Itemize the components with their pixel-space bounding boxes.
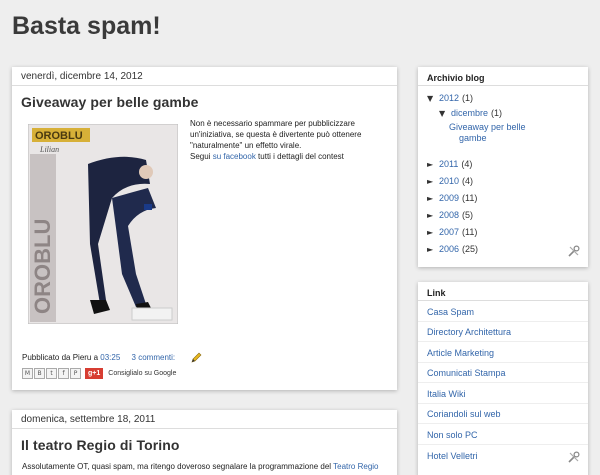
archive-year-2006: ► 2006 (25) — [427, 244, 479, 254]
link-directory-architettura[interactable]: Directory Architettura — [418, 322, 588, 342]
archive-year-2008: ► 2008 (5) — [427, 210, 474, 220]
triangle-right-icon[interactable]: ► — [427, 194, 439, 203]
triangle-right-icon[interactable]: ► — [427, 177, 439, 186]
widget-title: Link — [418, 282, 588, 301]
triangle-right-icon[interactable]: ► — [427, 228, 439, 237]
twitter-share-icon[interactable]: t — [46, 368, 57, 379]
archive-year-2010: ► 2010 (4) — [427, 176, 474, 186]
triangle-right-icon[interactable]: ► — [427, 211, 439, 220]
share-label: Consiglialo su Google — [108, 370, 177, 377]
link-non-solo-pc[interactable]: Non solo PC — [418, 425, 588, 445]
pinterest-share-icon[interactable]: P — [70, 368, 81, 379]
archive-widget: Archivio blog ▼ 2012 (1) ▼ dicembre (1) … — [418, 67, 588, 267]
archive-year-2007: ► 2007 (11) — [427, 227, 478, 237]
link-article-marketing[interactable]: Article Marketing — [418, 343, 588, 363]
image-product: Lilian — [39, 145, 59, 154]
post-body: Assolutamente OT, quasi spam, ma ritengo… — [22, 462, 379, 471]
archive-year-2009: ► 2009 (11) — [427, 193, 478, 203]
triangle-down-icon[interactable]: ▼ — [427, 94, 439, 103]
links-widget: Link Casa Spam Directory Architettura Ar… — [418, 282, 588, 475]
blogthis-share-icon[interactable]: B — [34, 368, 45, 379]
comments-link[interactable]: 3 commenti: — [132, 353, 176, 362]
wrench-screwdriver-icon[interactable] — [568, 245, 580, 257]
post-date: domenica, settembre 18, 2011 — [12, 410, 397, 429]
share-toolbar: M B t f P g+1 Consiglialo su Google — [22, 368, 176, 379]
facebook-link[interactable]: su facebook — [213, 152, 256, 161]
email-share-icon[interactable]: M — [22, 368, 33, 379]
post-card: venerdì, dicembre 14, 2012 Giveaway per … — [12, 67, 397, 390]
triangle-right-icon[interactable]: ► — [427, 245, 439, 254]
facebook-share-icon[interactable]: f — [58, 368, 69, 379]
image-brand: OROBLU — [35, 130, 83, 142]
blog-title[interactable]: Basta spam! — [12, 12, 161, 41]
teatro-regio-link[interactable]: Teatro Regio — [333, 462, 378, 471]
product-image[interactable]: OROBLU OROBLU Lilian — [28, 124, 178, 324]
archive-year-2011: ► 2011 (4) — [427, 159, 473, 169]
post-time-link[interactable]: 03:25 — [100, 353, 120, 362]
post-card: domenica, settembre 18, 2011 Il teatro R… — [12, 410, 397, 475]
link-coriandoli[interactable]: Coriandoli sul web — [418, 404, 588, 424]
archive-year-2012: ▼ 2012 (1) — [427, 93, 474, 103]
archive-post-link[interactable]: Giveaway per belle gambe — [449, 122, 526, 144]
pencil-icon[interactable] — [190, 352, 202, 364]
archive-post: Giveaway per belle gambe — [449, 122, 526, 144]
google-plus-button[interactable]: g+1 — [85, 368, 104, 379]
link-casa-spam[interactable]: Casa Spam — [418, 302, 588, 322]
post-title[interactable]: Il teatro Regio di Torino — [21, 437, 180, 453]
triangle-right-icon[interactable]: ► — [427, 160, 439, 169]
archive-year-link[interactable]: 2012 — [439, 93, 459, 103]
image-brand-vertical: OROBLU — [30, 219, 55, 314]
post-footer: Pubblicato da Pieru a 03:25 3 commenti: — [22, 353, 176, 362]
link-comunicati-stampa[interactable]: Comunicati Stampa — [418, 363, 588, 383]
post-title[interactable]: Giveaway per belle gambe — [21, 94, 198, 110]
archive-month: ▼ dicembre (1) — [439, 108, 503, 118]
post-date: venerdì, dicembre 14, 2012 — [12, 67, 397, 86]
triangle-down-icon[interactable]: ▼ — [439, 109, 451, 118]
archive-month-link[interactable]: dicembre — [451, 108, 488, 118]
link-italia-wiki[interactable]: Italia Wiki — [418, 384, 588, 404]
post-body: Non è necessario spammare per pubblicizz… — [190, 119, 362, 161]
wrench-screwdriver-icon[interactable] — [568, 451, 580, 463]
link-hotel-velletri[interactable]: Hotel Velletri — [418, 446, 588, 466]
widget-title: Archivio blog — [418, 67, 588, 86]
